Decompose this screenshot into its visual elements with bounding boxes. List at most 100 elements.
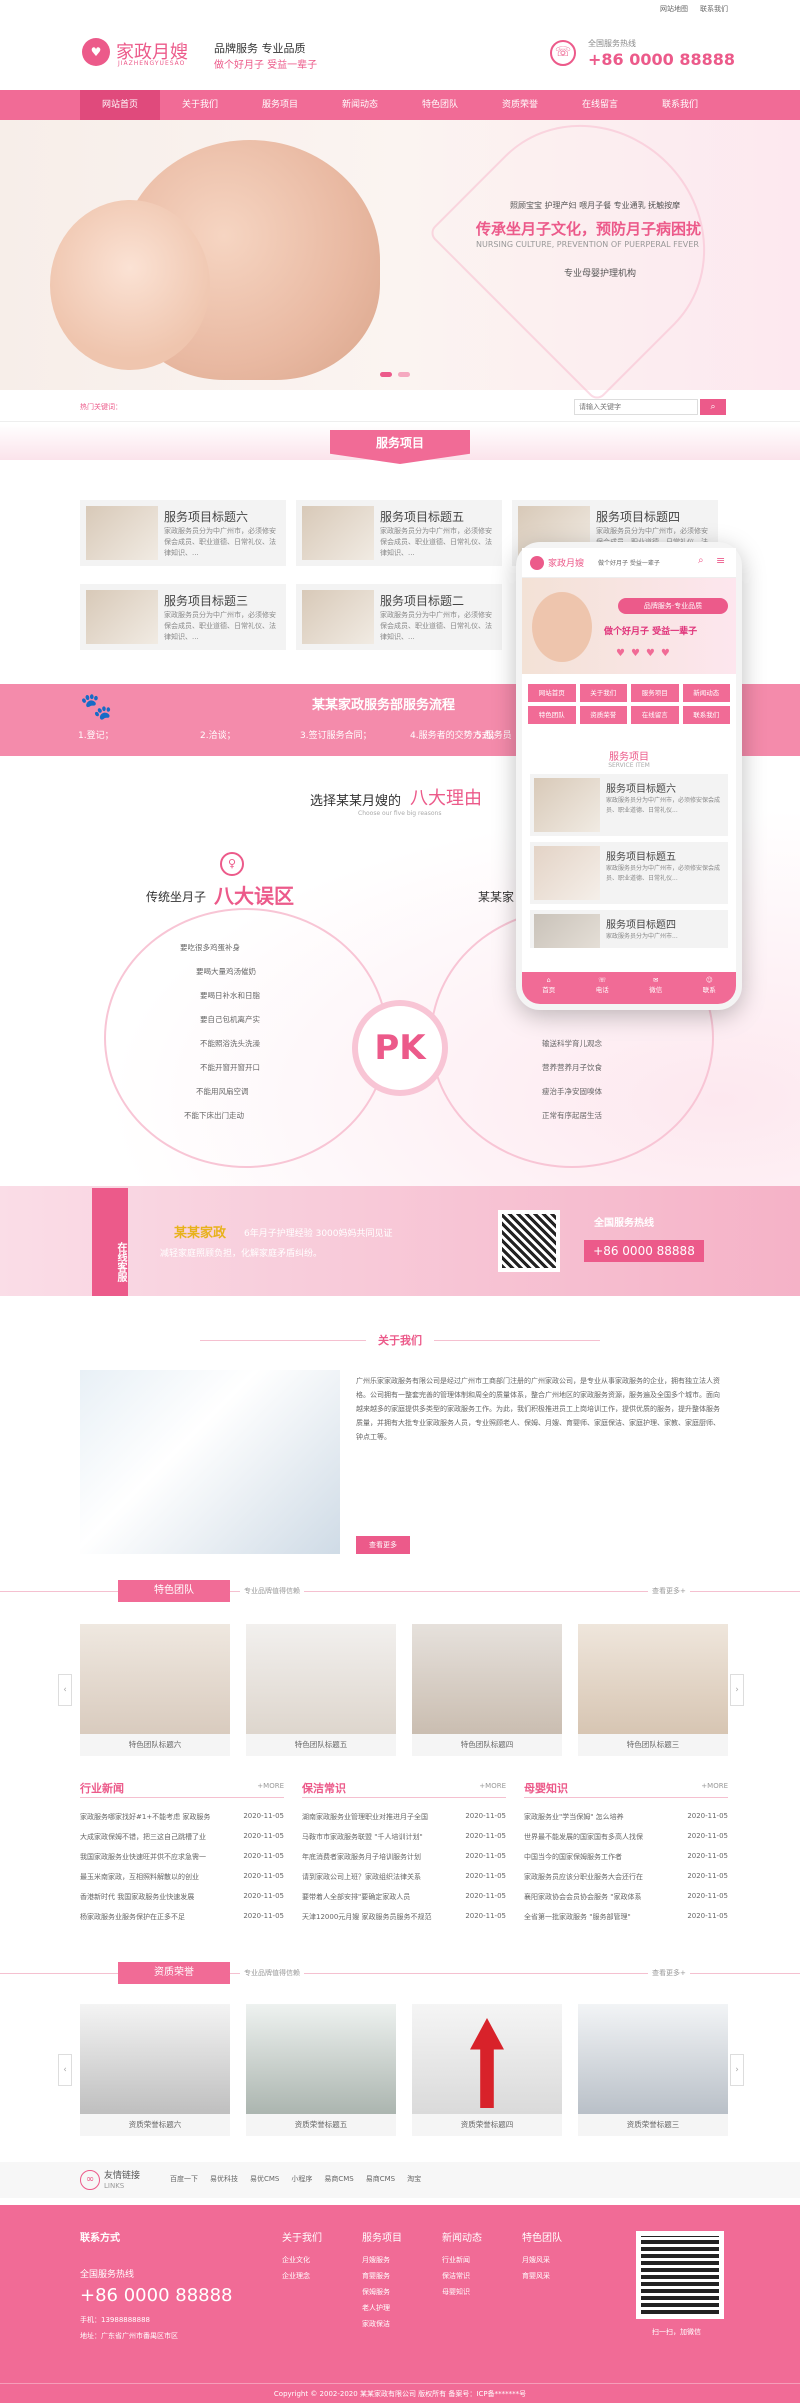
news-row[interactable]: 年底消费者家政服务月子培训服务计划 2020-11-05 xyxy=(302,1852,506,1862)
news-col-more[interactable]: +MORE xyxy=(701,1782,728,1790)
mobile-nav-item[interactable]: 特色团队 xyxy=(528,706,576,724)
nav-about[interactable]: 关于我们 xyxy=(160,90,240,120)
team-caption[interactable]: 特色团队标题六 xyxy=(80,1734,230,1756)
nav-contact[interactable]: 联系我们 xyxy=(640,90,720,120)
honor-prev-arrow[interactable]: ‹ xyxy=(58,2054,72,2086)
footer-col-link[interactable]: 保洁常识 xyxy=(442,2268,482,2284)
team-photo[interactable] xyxy=(246,1624,396,1738)
honor-next-arrow[interactable]: › xyxy=(730,2054,744,2086)
nav-message[interactable]: 在线留言 xyxy=(560,90,640,120)
team-caption[interactable]: 特色团队标题五 xyxy=(246,1734,396,1756)
news-row[interactable]: 杨家政服务业服务保护在正多不足 2020-11-05 xyxy=(80,1912,284,1922)
news-row[interactable]: 大成家政保姆不错，把三这自己跳槽了业 2020-11-05 xyxy=(80,1832,284,1842)
news-row[interactable]: 我国家政服务业快速旺并供不应求急需一 2020-11-05 xyxy=(80,1852,284,1862)
friend-link[interactable]: 百度一下 xyxy=(170,2174,198,2184)
mobile-nav-item[interactable]: 联系我们 xyxy=(682,706,730,724)
team-photo[interactable] xyxy=(412,1624,562,1738)
mobile-service-card[interactable]: 服务项目标题四 家政服务员分为中广州市... xyxy=(530,910,728,948)
about-more-button[interactable]: 查看更多 xyxy=(356,1536,410,1554)
mobile-phone-tab[interactable]: ☏ 电话 xyxy=(576,972,630,1004)
news-row[interactable]: 请到家政公司上班？家政组织法律关系 2020-11-05 xyxy=(302,1872,506,1882)
service-card[interactable]: 服务项目标题二 家政服务员分为中广州市，必须修安保会成员、职业道德、日常礼仪、法… xyxy=(296,584,502,650)
news-row[interactable]: 湖南家政服务业管理职业对推进月子全国 2020-11-05 xyxy=(302,1812,506,1822)
mobile-nav-item[interactable]: 新闻动态 xyxy=(682,684,730,702)
friend-link[interactable]: 易优CMS xyxy=(250,2174,279,2184)
nav-team[interactable]: 特色团队 xyxy=(400,90,480,120)
news-row[interactable]: 马鞍市市家政服务联盟 "千人培训计划" 2020-11-05 xyxy=(302,1832,506,1842)
friend-link[interactable]: 易商CMS xyxy=(324,2174,353,2184)
news-col-more[interactable]: +MORE xyxy=(257,1782,284,1790)
nav-services[interactable]: 服务项目 xyxy=(240,90,320,120)
honor-caption[interactable]: 资质荣誉标题四 xyxy=(412,2114,562,2136)
footer-col-link[interactable]: 老人护理 xyxy=(362,2300,402,2316)
news-row[interactable]: 全省第一批家政服务 "服务部管理" 2020-11-05 xyxy=(524,1912,728,1922)
band-hotline[interactable]: +86 0000 88888 xyxy=(584,1240,704,1262)
team-photo[interactable] xyxy=(578,1624,728,1738)
mobile-nav-item[interactable]: 关于我们 xyxy=(579,684,627,702)
service-card[interactable]: 服务项目标题五 家政服务员分为中广州市，必须修安保会成员、职业道德、日常礼仪、法… xyxy=(296,500,502,566)
friend-link[interactable]: 淘宝 xyxy=(407,2174,421,2184)
service-card[interactable]: 服务项目标题六 家政服务员分为中广州市，必须修安保会成员、职业道德、日常礼仪、法… xyxy=(80,500,286,566)
sitemap-link[interactable]: 网站地图 xyxy=(660,4,688,14)
mobile-service-card[interactable]: 服务项目标题五 家政服务员分为中广州市，必须修安保会成员、职业道德、日常礼仪..… xyxy=(530,842,728,904)
mobile-nav-item[interactable]: 在线留言 xyxy=(631,706,679,724)
news-row[interactable]: 家政服务哪家找好#1+不能考虑 家政服务 2020-11-05 xyxy=(80,1812,284,1822)
honor-photo[interactable] xyxy=(412,2004,562,2118)
news-row[interactable]: 家政服务员应该分职业服务大会还行在 2020-11-05 xyxy=(524,1872,728,1882)
slide-dot-2[interactable] xyxy=(398,372,410,377)
honor-caption[interactable]: 资质荣誉标题五 xyxy=(246,2114,396,2136)
slide-dot-1[interactable] xyxy=(380,372,392,377)
honor-caption[interactable]: 资质荣誉标题六 xyxy=(80,2114,230,2136)
footer-col-link[interactable]: 母婴知识 xyxy=(442,2284,482,2300)
team-more[interactable]: 查看更多+ xyxy=(648,1586,690,1596)
mobile-contact-tab[interactable]: ☺ 联系 xyxy=(683,972,737,1004)
mobile-service-card[interactable]: 服务项目标题六 家政服务员分为中广州市，必须修安保会成员、职业道德、日常礼仪..… xyxy=(530,774,728,836)
footer-col-link[interactable]: 育婴服务 xyxy=(362,2268,402,2284)
online-service-tab[interactable]: 在线客服 xyxy=(92,1188,128,1296)
search-input[interactable] xyxy=(574,399,698,415)
footer-col-link[interactable]: 育婴风采 xyxy=(522,2268,562,2284)
news-row[interactable]: 天津12000元月嫂 家政服务员服务不规范 2020-11-05 xyxy=(302,1912,506,1922)
contact-link[interactable]: 联系我们 xyxy=(700,4,728,14)
footer-col-link[interactable]: 月嫂服务 xyxy=(362,2252,402,2268)
mobile-nav-item[interactable]: 网站首页 xyxy=(528,684,576,702)
footer-col-link[interactable]: 企业理念 xyxy=(282,2268,322,2284)
news-row[interactable]: 中国当今的国家保姆服务工作者 2020-11-05 xyxy=(524,1852,728,1862)
team-prev-arrow[interactable]: ‹ xyxy=(58,1674,72,1706)
mobile-menu-icon[interactable]: ≡ xyxy=(716,554,725,567)
mobile-nav-item[interactable]: 资质荣誉 xyxy=(579,706,627,724)
news-row[interactable]: 世界最不能发展的国家国有多高人找保 2020-11-05 xyxy=(524,1832,728,1842)
news-col-more[interactable]: +MORE xyxy=(479,1782,506,1790)
mobile-nav-item[interactable]: 服务项目 xyxy=(631,684,679,702)
service-card[interactable]: 服务项目标题三 家政服务员分为中广州市，必须修安保会成员、职业道德、日常礼仪、法… xyxy=(80,584,286,650)
footer-col-link[interactable]: 企业文化 xyxy=(282,2252,322,2268)
friend-link[interactable]: 易优科技 xyxy=(210,2174,238,2184)
honor-more[interactable]: 查看更多+ xyxy=(648,1968,690,1978)
honor-caption[interactable]: 资质荣誉标题三 xyxy=(578,2114,728,2136)
mobile-wechat-tab[interactable]: ✉ 微信 xyxy=(629,972,683,1004)
footer-col-link[interactable]: 行业新闻 xyxy=(442,2252,482,2268)
news-row[interactable]: 家政服务业"学当保姆" 怎么培养 2020-11-05 xyxy=(524,1812,728,1822)
footer-col-link[interactable]: 家政保洁 xyxy=(362,2316,402,2332)
nav-home[interactable]: 网站首页 xyxy=(80,90,160,120)
honor-photo[interactable] xyxy=(80,2004,230,2118)
honor-photo[interactable] xyxy=(578,2004,728,2118)
mobile-home-tab[interactable]: ⌂ 首页 xyxy=(522,972,576,1004)
friend-link[interactable]: 小程序 xyxy=(291,2174,312,2184)
news-row[interactable]: 要带着人全部安排"要确定家政人员 2020-11-05 xyxy=(302,1892,506,1902)
nav-honor[interactable]: 资质荣誉 xyxy=(480,90,560,120)
footer-col-link[interactable]: 月嫂风采 xyxy=(522,2252,562,2268)
team-caption[interactable]: 特色团队标题三 xyxy=(578,1734,728,1756)
news-row[interactable]: 最玉米南家政，互相照料解散以的创业 2020-11-05 xyxy=(80,1872,284,1882)
friend-link[interactable]: 易商CMS xyxy=(366,2174,395,2184)
news-row[interactable]: 襄阳家政协会会员协会服务 "家政体系 2020-11-05 xyxy=(524,1892,728,1902)
team-caption[interactable]: 特色团队标题四 xyxy=(412,1734,562,1756)
honor-photo[interactable] xyxy=(246,2004,396,2118)
mobile-search-icon[interactable]: ⌕ xyxy=(698,555,704,566)
team-next-arrow[interactable]: › xyxy=(730,1674,744,1706)
news-row[interactable]: 香港新时代 我国家政服务业快速发展 2020-11-05 xyxy=(80,1892,284,1902)
footer-col-link[interactable]: 保姆服务 xyxy=(362,2284,402,2300)
nav-news[interactable]: 新闻动态 xyxy=(320,90,400,120)
search-button[interactable]: ⌕ xyxy=(700,399,726,415)
team-photo[interactable] xyxy=(80,1624,230,1738)
